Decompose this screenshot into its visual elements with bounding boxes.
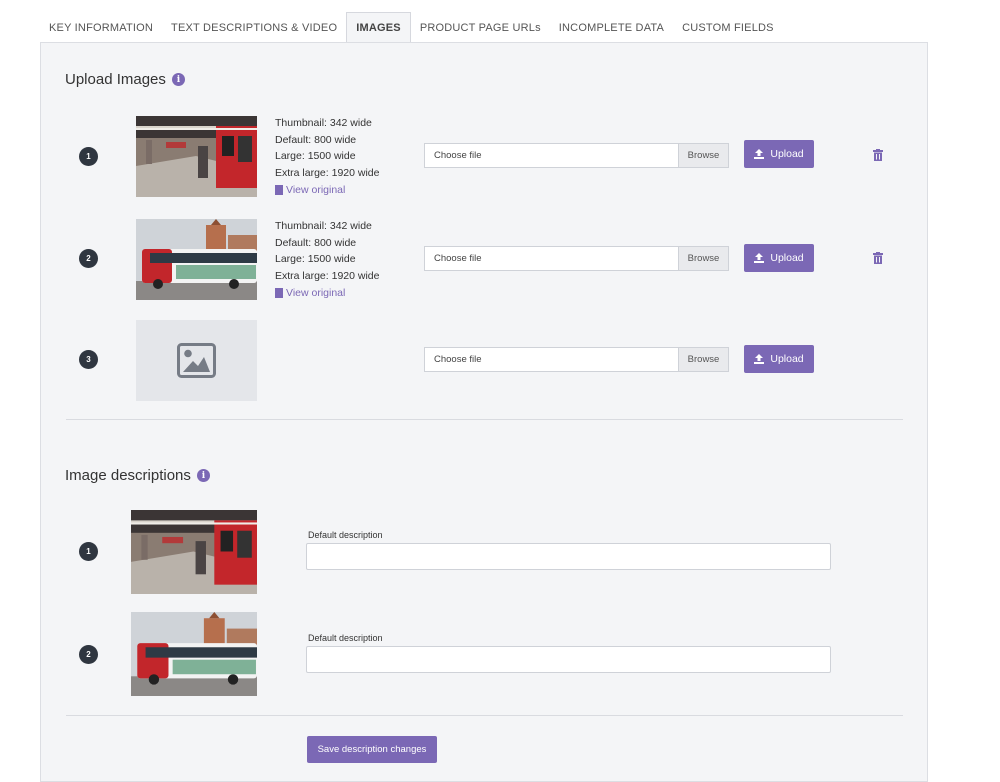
- browse-button[interactable]: Browse: [678, 348, 728, 371]
- upload-button[interactable]: Upload: [744, 140, 814, 168]
- size-large: Large: 1500 wide: [275, 253, 356, 266]
- upload-icon: [754, 354, 765, 364]
- default-description-input[interactable]: [306, 543, 831, 570]
- image-descriptions-heading: Image descriptions i: [65, 467, 210, 484]
- upload-icon: [754, 253, 765, 263]
- tab-bar: KEY INFORMATION TEXT DESCRIPTIONS & VIDE…: [40, 12, 783, 43]
- size-default: Default: 800 wide: [275, 133, 357, 146]
- default-description-label: Default description: [308, 530, 383, 540]
- row-number-badge: 1: [79, 147, 98, 166]
- upload-images-heading: Upload Images i: [65, 71, 185, 88]
- tab-label: PRODUCT PAGE URLs: [419, 22, 541, 34]
- upload-icon: [754, 149, 765, 159]
- file-input[interactable]: Choose file Browse: [424, 246, 729, 271]
- row-number-badge: 1: [79, 542, 98, 561]
- section-divider: [66, 419, 903, 420]
- view-original-label: View original: [286, 183, 346, 196]
- default-description-label: Default description: [308, 633, 383, 643]
- info-icon[interactable]: i: [171, 73, 185, 86]
- size-thumbnail: Thumbnail: 342 wide: [275, 117, 372, 129]
- row-number-badge: 2: [79, 249, 98, 268]
- upload-label: Upload: [770, 252, 804, 264]
- view-original-label: View original: [286, 286, 346, 299]
- upload-label: Upload: [770, 353, 804, 365]
- row-number-badge: 2: [79, 645, 98, 664]
- view-original-link[interactable]: View original: [275, 285, 379, 302]
- tab-product-page-urls[interactable]: PRODUCT PAGE URLs: [411, 13, 550, 43]
- image-descriptions-title: Image descriptions: [65, 467, 191, 484]
- size-large: Large: 1500 wide: [275, 150, 356, 163]
- section-divider: [66, 715, 903, 716]
- empty-image-slot: [136, 320, 257, 401]
- upload-button[interactable]: Upload: [744, 345, 814, 373]
- browse-button[interactable]: Browse: [678, 247, 728, 270]
- trash-icon[interactable]: [873, 149, 883, 161]
- image-placeholder-icon: [177, 343, 216, 378]
- tab-key-information[interactable]: KEY INFORMATION: [40, 13, 162, 43]
- tab-text-descriptions-video[interactable]: TEXT DESCRIPTIONS & VIDEO: [162, 13, 346, 43]
- tab-custom-fields[interactable]: CUSTOM FIELDS: [673, 13, 783, 43]
- train-station-thumbnail: [131, 510, 257, 594]
- size-extra-large: Extra large: 1920 wide: [275, 270, 380, 283]
- city-bus-thumbnail: [136, 219, 257, 300]
- info-icon[interactable]: i: [196, 469, 210, 482]
- size-extra-large: Extra large: 1920 wide: [275, 167, 380, 180]
- choose-file-text: Choose file: [434, 354, 482, 365]
- file-input[interactable]: Choose file Browse: [424, 347, 729, 372]
- upload-label: Upload: [770, 148, 804, 160]
- view-original-link[interactable]: View original: [275, 182, 379, 199]
- tab-incomplete-data[interactable]: INCOMPLETE DATA: [550, 13, 673, 43]
- image-size-list: Thumbnail: 342 wide Default: 800 wide La…: [275, 218, 379, 302]
- train-station-thumbnail: [136, 116, 257, 197]
- save-description-changes-button[interactable]: Save description changes: [307, 736, 437, 763]
- city-bus-thumbnail: [131, 612, 257, 696]
- row-number-badge: 3: [79, 350, 98, 369]
- file-image-icon: [275, 185, 283, 196]
- size-thumbnail: Thumbnail: 342 wide: [275, 220, 372, 232]
- tab-images[interactable]: IMAGES: [346, 12, 411, 43]
- image-size-list: Thumbnail: 342 wide Default: 800 wide La…: [275, 115, 379, 199]
- choose-file-text: Choose file: [434, 253, 482, 264]
- file-image-icon: [275, 288, 283, 299]
- size-default: Default: 800 wide: [275, 236, 357, 249]
- upload-button[interactable]: Upload: [744, 244, 814, 272]
- trash-icon[interactable]: [873, 252, 883, 264]
- choose-file-text: Choose file: [434, 150, 482, 161]
- file-input[interactable]: Choose file Browse: [424, 143, 729, 168]
- browse-button[interactable]: Browse: [678, 144, 728, 167]
- images-panel: Upload Images i 1 Thumbnail: 342 wide De…: [40, 42, 928, 782]
- upload-images-title: Upload Images: [65, 71, 166, 88]
- default-description-input[interactable]: [306, 646, 831, 673]
